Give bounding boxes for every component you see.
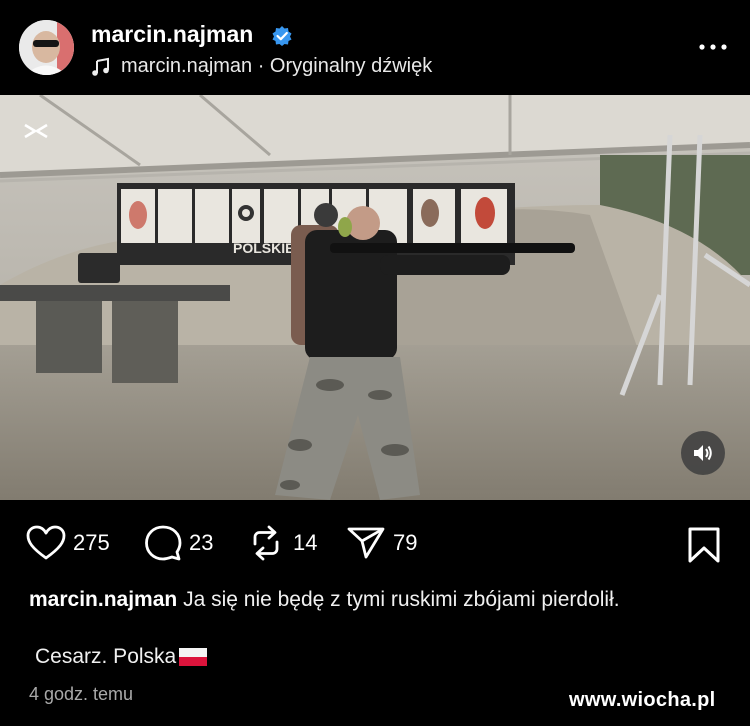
speaker-icon [694, 445, 712, 461]
target-banner-text: POLSKIE [233, 240, 294, 256]
save-button[interactable] [686, 526, 722, 564]
repost-count: 14 [293, 530, 318, 555]
heart-icon [26, 525, 66, 560]
share-count: 79 [393, 530, 418, 555]
poland-flag-icon [179, 648, 208, 666]
music-note-icon [91, 57, 111, 77]
capcut-logo-icon [21, 121, 51, 141]
volume-toggle-button[interactable] [681, 431, 725, 475]
like-button[interactable]: 275 [26, 517, 110, 569]
comment-button[interactable]: 23 [144, 517, 213, 569]
post-video[interactable]: POLSKIE [0, 95, 750, 500]
avatar[interactable] [19, 20, 74, 75]
caption-line-2: Cesarz. Polska [35, 645, 208, 669]
post-header: marcin.najman marcin.najman · Oryginalny… [0, 0, 750, 95]
caption-signature: Cesarz. Polska [35, 645, 177, 668]
share-button[interactable]: 79 [346, 517, 417, 569]
post-actions: 275 23 14 79 [0, 517, 750, 569]
caption-text: Ja się nie będę z tymi ruskimi zbójami p… [183, 588, 620, 611]
like-count: 275 [73, 530, 110, 555]
bookmark-icon [688, 527, 720, 563]
more-options-button[interactable] [696, 35, 730, 59]
post-timestamp: 4 godz. temu [29, 684, 134, 704]
username[interactable]: marcin.najman [91, 21, 253, 48]
audio-label: marcin.najman · Oryginalny dźwięk [121, 55, 433, 77]
comment-count: 23 [189, 530, 214, 555]
post-caption: marcin.najman Ja się nie będę z tymi rus… [29, 586, 709, 614]
repost-icon [253, 525, 279, 561]
comment-bubble-icon [145, 525, 182, 561]
repost-button[interactable]: 14 [246, 517, 317, 569]
site-watermark: www.wiocha.pl [569, 689, 716, 711]
audio-link[interactable]: marcin.najman · Oryginalny dźwięk [91, 55, 432, 78]
verified-badge-icon [271, 25, 293, 47]
caption-username[interactable]: marcin.najman [29, 588, 177, 611]
send-arrow-icon [347, 527, 385, 559]
